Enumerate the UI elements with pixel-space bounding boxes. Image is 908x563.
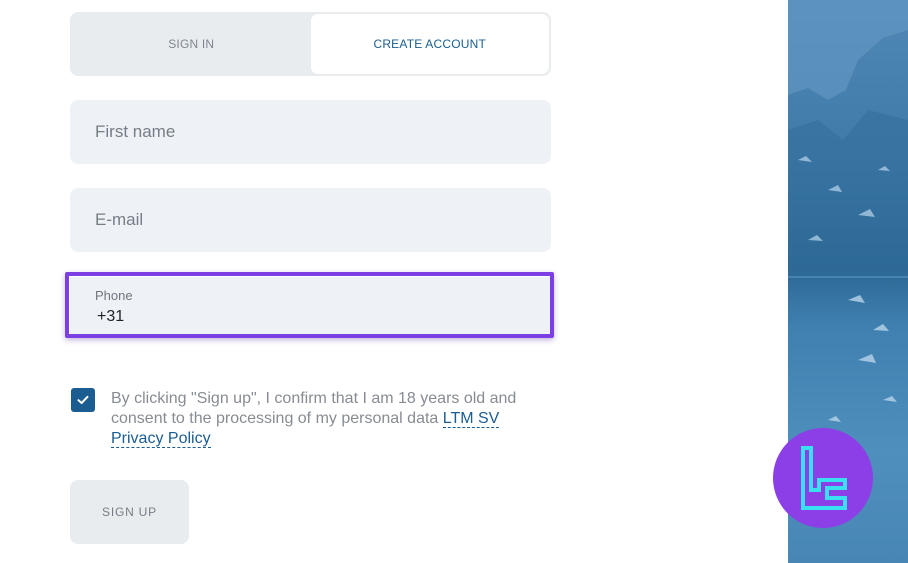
tab-sign-in[interactable]: SIGN IN (72, 14, 311, 74)
phone-label: Phone (95, 288, 133, 303)
first-name-field[interactable]: First name (70, 100, 551, 164)
auth-tabs: SIGN IN CREATE ACCOUNT (70, 12, 551, 76)
tc-logo-icon (773, 428, 873, 528)
tab-create-account[interactable]: CREATE ACCOUNT (310, 14, 549, 74)
first-name-placeholder: First name (95, 122, 176, 141)
email-field[interactable]: E-mail (70, 188, 551, 252)
consent-text: By clicking "Sign up", I confirm that I … (111, 389, 531, 449)
check-icon (77, 395, 89, 404)
sign-up-button[interactable]: SIGN UP (70, 480, 189, 544)
consent-checkbox[interactable] (71, 388, 95, 412)
phone-value[interactable]: +31 (97, 308, 124, 326)
phone-field[interactable]: Phone +31 (70, 277, 550, 334)
email-placeholder: E-mail (95, 210, 144, 229)
